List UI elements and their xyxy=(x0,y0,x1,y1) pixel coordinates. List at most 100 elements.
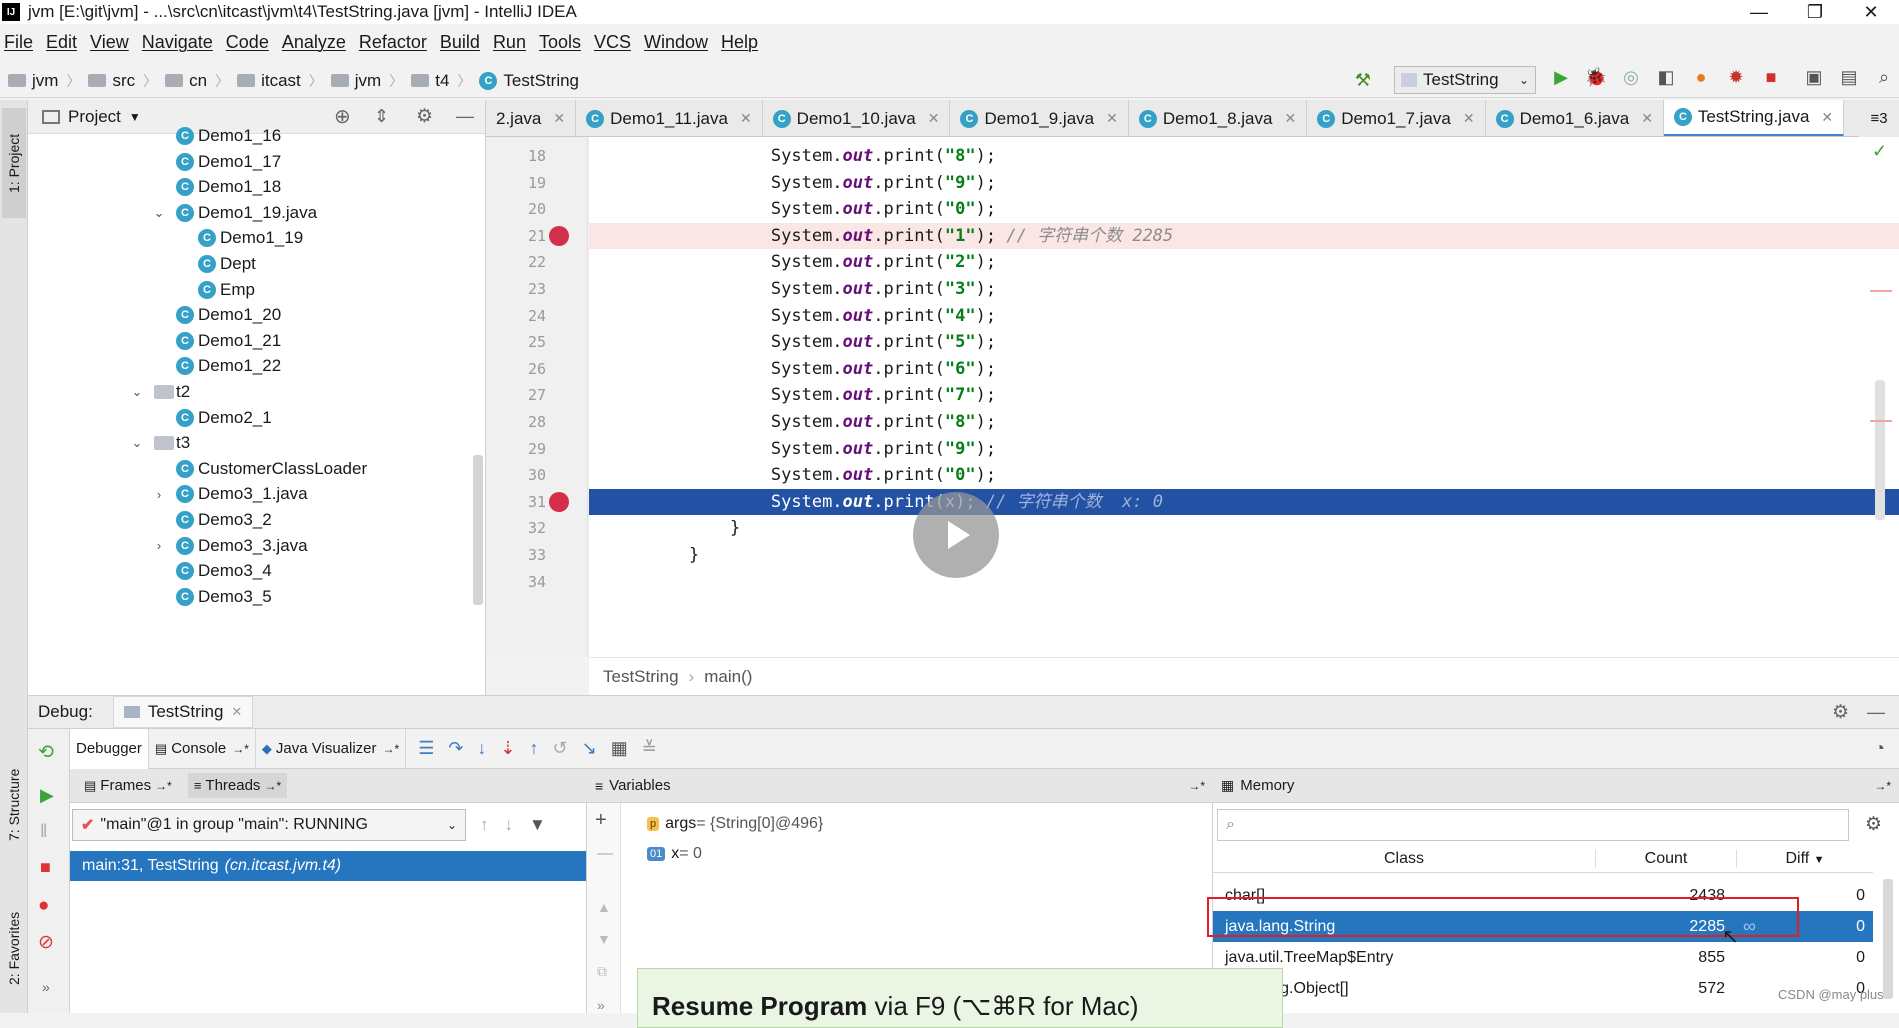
tab-overflow-button[interactable]: ≡3 xyxy=(1859,100,1899,137)
breadcrumb-item[interactable]: jvm 〉 xyxy=(330,71,403,91)
pin-arrow-icon[interactable]: →* xyxy=(1188,779,1205,793)
code-line[interactable] xyxy=(589,569,1899,596)
build-hammer-icon[interactable]: ⚒ xyxy=(1352,69,1374,91)
close-tab-icon[interactable]: ✕ xyxy=(928,110,940,127)
memory-gauge-icon[interactable]: ◔ xyxy=(1874,738,1885,759)
search-everywhere-icon[interactable]: ⌕ xyxy=(1873,66,1895,88)
editor-tab[interactable]: C TestString.java ✕ xyxy=(1663,100,1845,136)
evaluate-expression-icon[interactable]: ▦ xyxy=(611,738,628,759)
stop-icon[interactable]: ■ xyxy=(40,857,51,878)
error-stripe-marker[interactable] xyxy=(1870,290,1892,292)
move-up-icon[interactable]: ▲ xyxy=(597,899,611,915)
stop-icon[interactable]: ■ xyxy=(1760,66,1782,88)
tree-item[interactable]: C Demo3_5 xyxy=(152,582,272,612)
profiler-icon[interactable]: ● xyxy=(1690,66,1712,88)
chevron-down-icon[interactable]: ▼ xyxy=(129,110,141,124)
frame-up-icon[interactable]: ↑ xyxy=(480,815,489,835)
gear-icon[interactable]: ⚙ xyxy=(416,105,433,128)
move-down-icon[interactable]: ▼ xyxy=(597,931,611,947)
breakpoint-icon[interactable] xyxy=(549,225,569,246)
code-line[interactable]: System.out.print("0"); xyxy=(589,196,1899,223)
breakpoint-icon[interactable] xyxy=(549,491,569,512)
code-line[interactable]: System.out.print("7"); xyxy=(589,382,1899,409)
crumb-method[interactable]: main() xyxy=(704,667,752,687)
tab-frames[interactable]: ▤ Frames →* xyxy=(78,777,178,794)
variable-row[interactable]: p args = {String[0]@496} xyxy=(647,809,823,839)
hide-icon[interactable]: — xyxy=(1867,702,1885,723)
tab-console[interactable]: ▤ Console →* xyxy=(149,728,256,769)
menu-item-run[interactable]: Run xyxy=(493,32,526,53)
code-line[interactable]: System.out.print("1"); // 字符串个数 2285 xyxy=(589,222,1899,250)
frame-row[interactable]: main:31, TestString (cn.itcast.jvm.t4) xyxy=(70,851,586,881)
memory-search-input[interactable]: ⌕ xyxy=(1217,809,1849,841)
code-line[interactable]: System.out.print("5"); xyxy=(589,329,1899,356)
breadcrumb-item[interactable]: jvm 〉 xyxy=(8,71,80,91)
code-line[interactable]: System.out.print("9"); xyxy=(589,436,1899,463)
new-watch-icon[interactable]: + xyxy=(595,809,607,832)
favorites-tool-tab[interactable]: 2: Favorites xyxy=(2,888,26,1008)
step-into-icon[interactable]: ↓ xyxy=(477,738,486,759)
minimize-button[interactable]: — xyxy=(1731,0,1787,24)
pause-icon[interactable]: ‖ xyxy=(40,821,47,842)
editor-scrollbar[interactable] xyxy=(1875,380,1885,520)
memory-row[interactable]: java.util.TreeMap$Entry 855 0 xyxy=(1213,942,1873,973)
copy-icon[interactable]: ⧉ xyxy=(597,963,607,980)
remove-watch-icon[interactable]: — xyxy=(597,845,613,863)
profile-icon[interactable]: ◧ xyxy=(1655,66,1677,88)
code-line[interactable]: System.out.print("0"); xyxy=(589,462,1899,489)
force-step-into-icon[interactable]: ⇣ xyxy=(500,738,515,759)
menu-item-analyze[interactable]: Analyze xyxy=(282,32,346,53)
run-configuration-select[interactable]: TestString ⌄ xyxy=(1394,66,1536,94)
project-tool-tab[interactable]: 1: Project xyxy=(2,108,26,218)
code-line[interactable]: System.out.print(x); // 字符串个数 x: 0 xyxy=(589,488,1899,516)
gear-icon[interactable]: ⚙ xyxy=(1832,701,1849,724)
step-out-icon[interactable]: ↑ xyxy=(530,738,539,759)
locate-icon[interactable]: ⊕ xyxy=(334,104,351,129)
menu-item-code[interactable]: Code xyxy=(226,32,269,53)
close-tab-icon[interactable]: ✕ xyxy=(1641,110,1653,127)
menu-item-help[interactable]: Help xyxy=(721,32,758,53)
code-line[interactable]: } xyxy=(589,515,1899,542)
rerun-icon[interactable]: ⟲ xyxy=(38,741,54,764)
menu-item-navigate[interactable]: Navigate xyxy=(142,32,213,53)
editor-tab[interactable]: C Demo1_11.java ✕ xyxy=(576,100,763,136)
close-tab-icon[interactable]: ✕ xyxy=(1463,110,1475,127)
close-tab-icon[interactable]: ✕ xyxy=(740,110,752,127)
editor-tab[interactable]: 2.java ✕ xyxy=(486,100,577,136)
editor-tab[interactable]: C Demo1_6.java ✕ xyxy=(1486,100,1664,136)
breadcrumb-item[interactable]: cn 〉 xyxy=(165,71,229,91)
run-icon[interactable]: ▶ xyxy=(1550,66,1572,88)
code-line[interactable]: System.out.print("4"); xyxy=(589,303,1899,330)
code-line[interactable]: System.out.print("3"); xyxy=(589,276,1899,303)
pin-arrow-icon[interactable]: →* xyxy=(1874,779,1891,793)
close-button[interactable]: ✕ xyxy=(1843,0,1899,24)
breadcrumb-item[interactable]: itcast 〉 xyxy=(237,71,323,91)
filter-icon[interactable]: ▼ xyxy=(529,815,546,835)
tab-java-visualizer[interactable]: ◆ Java Visualizer →* xyxy=(256,728,407,769)
editor-tab[interactable]: C Demo1_9.java ✕ xyxy=(950,100,1129,136)
tab-threads[interactable]: ≡ Threads →* xyxy=(187,773,288,798)
code-line[interactable]: System.out.print("8"); xyxy=(589,143,1899,170)
gear-icon[interactable]: ⚙ xyxy=(1865,813,1882,836)
drop-frame-icon[interactable]: ↺ xyxy=(553,738,568,759)
close-session-icon[interactable]: ✕ xyxy=(231,704,242,720)
run-to-cursor-icon[interactable]: ↘ xyxy=(582,738,597,759)
menu-item-refactor[interactable]: Refactor xyxy=(359,32,427,53)
code-line[interactable]: } xyxy=(589,542,1899,569)
resume-icon[interactable]: ▶ xyxy=(40,785,54,806)
menu-item-vcs[interactable]: VCS xyxy=(594,32,631,53)
memory-scrollbar[interactable] xyxy=(1883,879,1893,999)
variable-row[interactable]: 01 x = 0 xyxy=(647,839,823,869)
more-actions-icon[interactable]: » xyxy=(42,979,50,995)
restore-button[interactable]: ❐ xyxy=(1787,0,1843,24)
more-actions-icon[interactable]: » xyxy=(597,997,605,1013)
menu-item-window[interactable]: Window xyxy=(644,32,708,53)
col-class[interactable]: Class xyxy=(1213,849,1596,868)
editor-tab[interactable]: C Demo1_8.java ✕ xyxy=(1129,100,1308,136)
trace-icon[interactable]: ≚ xyxy=(642,738,657,759)
hide-icon[interactable]: — xyxy=(456,106,474,127)
debug-session-tab[interactable]: TestString ✕ xyxy=(112,696,254,728)
video-play-icon[interactable] xyxy=(913,492,999,578)
col-diff[interactable]: Diff ▼ xyxy=(1737,850,1873,868)
thread-select[interactable]: ✔ "main"@1 in group "main": RUNNING ⌄ xyxy=(72,809,466,841)
